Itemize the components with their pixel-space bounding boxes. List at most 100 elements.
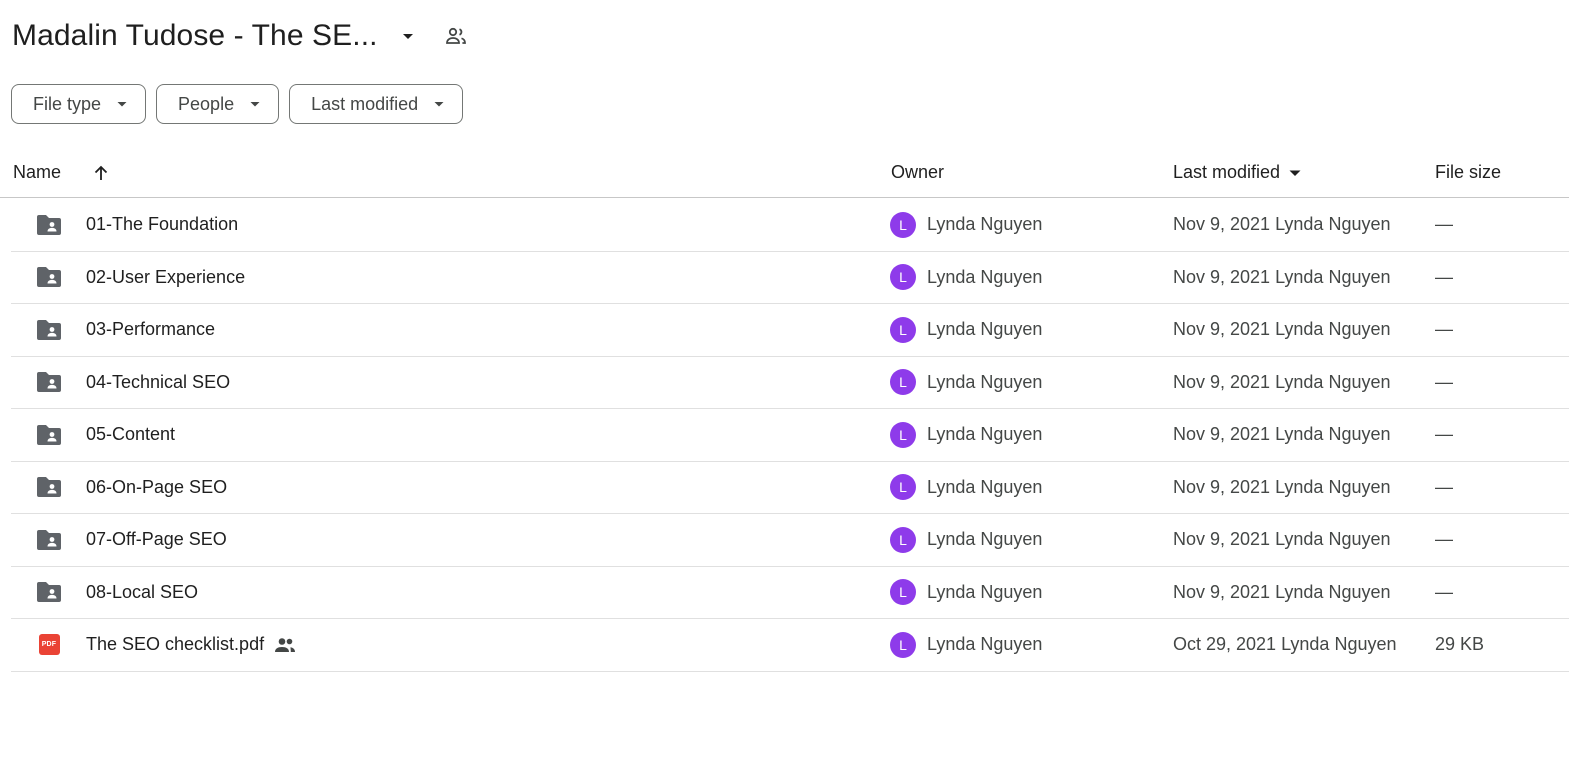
page-title: Madalin Tudose - The SE... [12,19,378,52]
avatar[interactable]: L [890,579,916,606]
row-last-modified: Nov 9, 2021 Lynda Nguyen [1173,357,1391,409]
owner-name: Lynda Nguyen [927,424,1043,445]
modified-text: Nov 9, 2021 Lynda Nguyen [1173,424,1391,445]
shared-people-icon [274,637,296,653]
filter-file-type[interactable]: File type [11,84,147,124]
people-outline-icon[interactable] [444,24,468,48]
file-name: 06-On-Page SEO [86,476,228,497]
table-row[interactable]: 01-The Foundation L Lynda Nguyen Nov 9, 202… [11,199,1569,252]
file-size-text: — [1435,214,1453,235]
column-owner[interactable]: Owner [891,148,944,197]
row-name[interactable]: 01-The Foundation [86,199,238,251]
modified-text: Oct 29, 2021 Lynda Nguyen [1173,634,1397,655]
file-size-text: — [1435,581,1453,602]
owner-name: Lynda Nguyen [927,476,1043,497]
avatar[interactable]: L [890,264,916,291]
row-file-size: — [1435,514,1453,566]
pdf-file-icon: PDF [38,634,60,656]
modified-text: Nov 9, 2021 Lynda Nguyen [1173,529,1391,550]
avatar[interactable]: L [890,474,916,501]
row-owner: L Lynda Nguyen [890,252,1042,304]
avatar[interactable]: L [890,316,916,343]
row-name[interactable]: 04-Technical SEO [86,357,230,409]
table-row[interactable]: 03-Performance L Lynda Nguyen Nov 9, 2021 L… [11,304,1569,357]
row-name[interactable]: The SEO checklist.pdf [86,619,296,671]
avatar[interactable]: L [890,421,916,448]
file-name: 08-Local SEO [86,581,199,602]
avatar[interactable]: L [890,631,916,658]
row-last-modified: Nov 9, 2021 Lynda Nguyen [1173,514,1391,566]
row-name[interactable]: 06-On-Page SEO [86,462,227,514]
filter-last-modified[interactable]: Last modified [289,84,464,124]
file-name: 07-Off-Page SEO [86,529,227,550]
row-file-size: — [1435,567,1453,619]
table-row[interactable]: 04-Technical SEO L Lynda Nguyen Nov 9, 2021… [11,357,1569,409]
shared-folder-icon [35,528,63,552]
file-name: 02-User Experience [86,266,246,287]
modified-text: Nov 9, 2021 Lynda Nguyen [1173,214,1391,235]
table-row[interactable]: PDF The SEO checklist.pdf L Lynda Nguyen Oct… [11,619,1569,672]
column-file-size[interactable]: File size [1435,148,1501,197]
row-icon: PDF [35,619,63,671]
shared-folder-icon [35,475,63,499]
modified-text: Nov 9, 2021 Lynda Nguyen [1173,371,1391,392]
row-name[interactable]: 07-Off-Page SEO [86,514,227,566]
row-name[interactable]: 02-User Experience [86,252,245,304]
column-name[interactable]: Name [13,148,111,197]
table-row[interactable]: 07-Off-Page SEO L Lynda Nguyen Nov 9, 2021 … [11,514,1569,567]
avatar[interactable]: L [890,369,916,396]
arrow-drop-down-icon[interactable] [396,24,420,48]
row-last-modified: Nov 9, 2021 Lynda Nguyen [1173,304,1391,356]
row-file-size: — [1435,409,1453,461]
file-size-text: — [1435,371,1453,392]
column-owner-label: Owner [891,162,945,182]
file-name: The SEO checklist.pdf [86,634,265,655]
modified-text: Nov 9, 2021 Lynda Nguyen [1173,266,1391,287]
file-name: 03-Performance [86,319,216,340]
table-header: Name Owner Last modified File size [0,148,1569,198]
column-name-label: Name [13,162,62,182]
filter-label: File type [33,93,102,114]
row-name[interactable]: 03-Performance [86,304,215,356]
row-name[interactable]: 08-Local SEO [86,567,198,619]
owner-name: Lynda Nguyen [927,214,1043,235]
file-size-text: — [1435,529,1453,550]
row-icon [35,514,63,566]
column-last-modified[interactable]: Last modified [1173,148,1302,197]
row-last-modified: Nov 9, 2021 Lynda Nguyen [1173,567,1391,619]
table-row[interactable]: 02-User Experience L Lynda Nguyen Nov 9, 20… [11,252,1569,304]
row-file-size: — [1435,199,1453,251]
owner-name: Lynda Nguyen [927,266,1043,287]
table-row[interactable]: 05-Content L Lynda Nguyen Nov 9, 2021 Lynda… [11,409,1569,462]
file-name: 01-The Foundation [86,214,239,235]
file-size-text: 29 KB [1435,634,1485,655]
row-owner: L Lynda Nguyen [890,462,1042,514]
row-name[interactable]: 05-Content [86,409,175,461]
file-size-text: — [1435,424,1453,445]
row-last-modified: Nov 9, 2021 Lynda Nguyen [1173,409,1391,461]
file-list: 01-The Foundation L Lynda Nguyen Nov 9, 202… [0,199,1569,672]
owner-name: Lynda Nguyen [927,634,1043,655]
table-row[interactable]: 06-On-Page SEO L Lynda Nguyen Nov 9, 2021 L… [11,462,1569,514]
arrow-drop-down-icon [432,97,446,111]
row-icon [35,304,63,356]
arrow-upward-icon[interactable] [91,163,111,183]
modified-text: Nov 9, 2021 Lynda Nguyen [1173,319,1391,340]
modified-text: Nov 9, 2021 Lynda Nguyen [1173,476,1391,497]
column-file-size-label: File size [1435,162,1502,182]
arrow-drop-down-icon [1288,166,1302,180]
row-icon [35,199,63,251]
avatar[interactable]: L [890,526,916,553]
shared-folder-icon [35,213,63,237]
row-icon [35,409,63,461]
file-size-text: — [1435,319,1453,340]
avatar[interactable]: L [890,211,916,238]
shared-folder-icon [35,318,63,342]
table-row[interactable]: 08-Local SEO L Lynda Nguyen Nov 9, 2021 Lyn… [11,567,1569,619]
owner-name: Lynda Nguyen [927,529,1043,550]
filter-label: Last modified [311,93,419,114]
row-owner: L Lynda Nguyen [890,619,1042,671]
row-owner: L Lynda Nguyen [890,409,1042,461]
row-icon [35,567,63,619]
filter-people[interactable]: People [156,84,280,124]
